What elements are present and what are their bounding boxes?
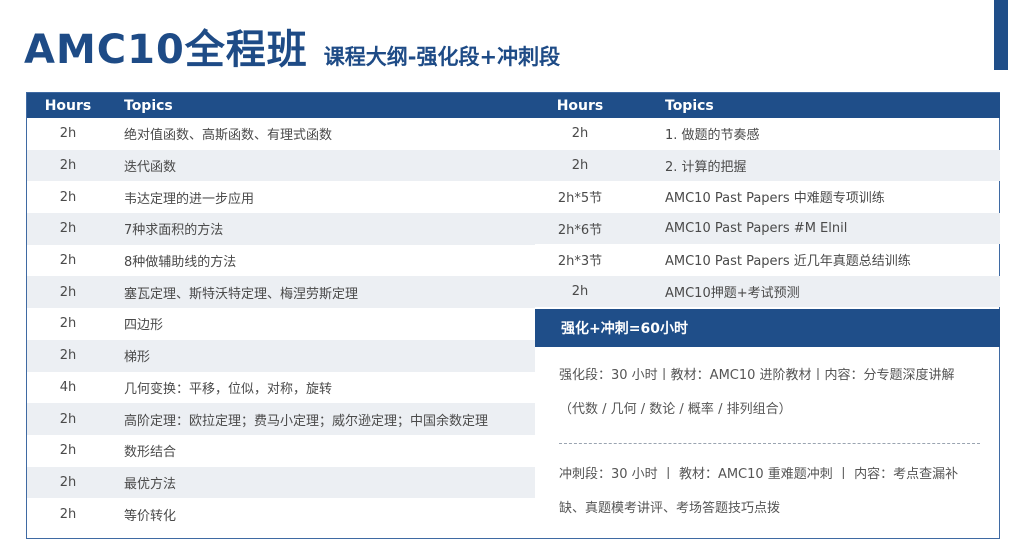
row-hours: 2h <box>59 348 77 364</box>
table-row: 2h*6节 AMC10 Past Papers #M Elnil <box>535 212 1000 244</box>
row-topic: 数形结合 <box>124 445 177 461</box>
table-row: 2h 7种求面积的方法 <box>27 213 535 245</box>
row-topic: 最优方法 <box>124 476 177 492</box>
row-topic: 塞瓦定理、斯特沃特定理、梅涅劳斯定理 <box>124 286 359 302</box>
row-hours: 2h <box>59 506 77 522</box>
right-syllabus-table: Hours Topics 2h 1. 做题的节奏感 2h 2. 计算的把握 2h*5节 A… <box>535 93 1000 526</box>
row-topic: 8种做辅助线的方法 <box>124 255 237 271</box>
table-row: 2h*3节 AMC10 Past Papers 近几年真题总结训练 <box>535 244 1000 276</box>
summary-title: 强化+冲刺=60小时 <box>535 309 1000 347</box>
table-row: 2h 2. 计算的把握 <box>535 149 1000 181</box>
table-row: 2h 梯形 <box>27 339 535 372</box>
right-header-topics: Topics <box>665 97 714 114</box>
row-hours: 2h <box>59 189 77 205</box>
row-topic: 等价转化 <box>124 508 177 524</box>
table-row: 4h 几何变换：平移，位似，对称，旋转 <box>27 372 535 404</box>
row-topic: 迭代函数 <box>124 160 177 176</box>
table-row: 2h 数形结合 <box>27 435 535 467</box>
summary-line-sprint-detail: 缺、真题模考讲评、考场答题技巧点拨 <box>559 501 781 516</box>
summary-body: 强化段：30 小时丨教材：AMC10 进阶教材丨内容：分专题深度讲解 （代数 /… <box>535 359 1000 526</box>
table-row: 2h 韦达定理的进一步应用 <box>27 181 535 213</box>
row-topic: AMC10押题+考试预测 <box>665 285 800 301</box>
page-title: AMC10全程班 <box>24 27 308 73</box>
row-topic: 7种求面积的方法 <box>124 223 224 239</box>
summary-divider <box>559 443 980 444</box>
row-hours: 2h <box>59 411 77 427</box>
row-topic: 1. 做题的节奏感 <box>665 128 760 144</box>
row-hours: 2h*5节 <box>557 191 603 207</box>
right-table-header: Hours Topics <box>535 93 1000 118</box>
row-topic: 梯形 <box>124 350 151 366</box>
corner-accent-bar <box>994 0 1008 70</box>
left-table-header: Hours Topics <box>27 93 535 118</box>
table-row: 2h 8种做辅助线的方法 <box>27 245 535 277</box>
row-topic: AMC10 Past Papers 近几年真题总结训练 <box>665 254 911 270</box>
row-hours: 2h <box>59 284 77 300</box>
row-hours: 2h*3节 <box>557 254 603 270</box>
row-hours: 2h <box>59 474 77 490</box>
table-row: 2h 塞瓦定理、斯特沃特定理、梅涅劳斯定理 <box>27 276 535 309</box>
table-row: 2h 高阶定理：欧拉定理；费马小定理；威尔逊定理；中国余数定理 <box>27 403 535 435</box>
row-topic: 绝对值函数、高斯函数、有理式函数 <box>124 128 333 144</box>
row-hours: 2h <box>59 126 77 142</box>
table-row: 2h AMC10押题+考试预测 <box>535 275 1000 307</box>
row-hours: 2h <box>59 253 77 269</box>
row-topic: AMC10 Past Papers #M Elnil <box>665 220 848 236</box>
row-hours: 2h <box>59 316 77 332</box>
left-header-hours: Hours <box>44 97 92 114</box>
table-row: 2h 四边形 <box>27 308 535 340</box>
row-hours: 2h <box>571 126 589 142</box>
row-hours: 2h*6节 <box>557 222 603 238</box>
row-hours: 2h <box>571 157 589 173</box>
row-hours: 2h <box>59 221 77 237</box>
right-header-hours: Hours <box>556 97 604 114</box>
left-header-topics: Topics <box>124 97 173 114</box>
page-header: AMC10全程班 课程大纲-强化段+冲刺段 <box>24 18 560 74</box>
page-subtitle: 课程大纲-强化段+冲刺段 <box>323 45 561 69</box>
summary-line-strengthen: 强化段：30 小时丨教材：AMC10 进阶教材丨内容：分专题深度讲解 <box>559 368 955 383</box>
table-row: 2h 等价转化 <box>27 498 535 530</box>
table-row: 2h*5节 AMC10 Past Papers 中难题专项训练 <box>535 181 1000 213</box>
row-hours: 2h <box>571 283 589 299</box>
row-hours: 2h <box>59 443 77 459</box>
row-topic: 韦达定理的进一步应用 <box>124 191 255 207</box>
row-topic: 几何变换：平移，位似，对称，旋转 <box>124 381 333 397</box>
table-row: 2h 绝对值函数、高斯函数、有理式函数 <box>27 118 535 150</box>
left-syllabus-table: Hours Topics 2h 绝对值函数、高斯函数、有理式函数 2h 迭代函数 2h 韦… <box>27 93 535 530</box>
row-topic: AMC10 Past Papers 中难题专项训练 <box>665 191 885 207</box>
row-hours: 2h <box>59 158 77 174</box>
summary-line-strengthen-detail: （代数 / 几何 / 数论 / 概率 / 排列组合） <box>559 402 792 417</box>
row-hours: 4h <box>59 379 77 395</box>
row-topic: 高阶定理：欧拉定理；费马小定理；威尔逊定理；中国余数定理 <box>124 413 489 429</box>
row-topic: 2. 计算的把握 <box>665 159 747 175</box>
table-row: 2h 最优方法 <box>27 466 535 499</box>
table-row: 2h 迭代函数 <box>27 149 535 182</box>
row-topic: 四边形 <box>124 318 164 334</box>
table-row: 2h 1. 做题的节奏感 <box>535 118 1000 150</box>
summary-line-sprint: 冲刺段：30 小时 丨 教材：AMC10 重难题冲刺 丨 内容：考点查漏补 <box>559 467 959 482</box>
